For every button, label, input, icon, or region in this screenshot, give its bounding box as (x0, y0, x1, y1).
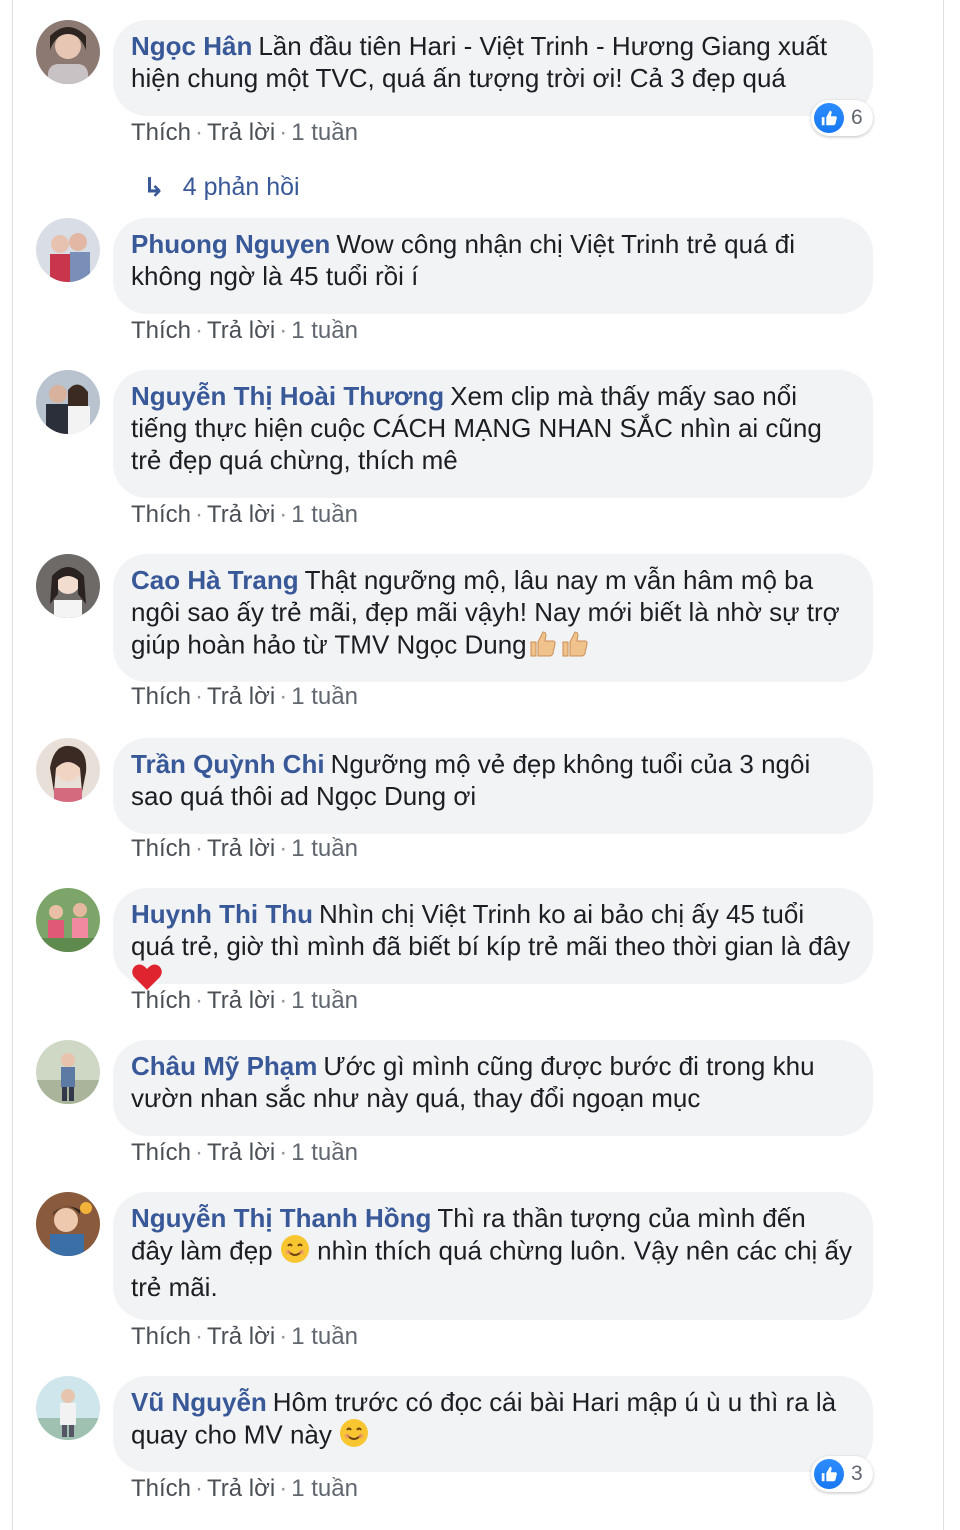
avatar[interactable] (36, 20, 100, 84)
like-link[interactable]: Thích (131, 987, 191, 1014)
like-icon (814, 1459, 844, 1489)
reaction-number: 3 (851, 1462, 863, 1485)
reaction-number: 6 (851, 106, 863, 129)
comment-actions: Thích · Trả lời · 1 tuần (131, 1138, 358, 1168)
comment-time[interactable]: 1 tuần (291, 1139, 358, 1166)
comment-actions: Thích · Trả lời · 1 tuần (131, 682, 358, 712)
avatar[interactable] (36, 1376, 100, 1440)
comment-time[interactable]: 1 tuần (291, 1323, 358, 1350)
reaction-count[interactable]: 3 (811, 1456, 873, 1492)
comment-bubble: Trần Quỳnh Chi Ngưỡng mộ vẻ đẹp không tuổ… (113, 738, 873, 834)
comment-bubble: Ngọc Hân Lần đầu tiên Hari - Việt Trinh -… (113, 20, 873, 116)
separator: · (279, 1139, 288, 1166)
separator: · (195, 119, 204, 146)
reply-link[interactable]: Trả lời (207, 987, 275, 1014)
reply-link[interactable]: Trả lời (207, 835, 275, 862)
comment-bubble: Nguyễn Thị Hoài Thương Xem clip mà thấy m… (113, 370, 873, 498)
reply-arrow-icon: ↳ (143, 172, 165, 202)
like-link[interactable]: Thích (131, 683, 191, 710)
like-link[interactable]: Thích (131, 119, 191, 146)
like-link[interactable]: Thích (131, 835, 191, 862)
thumbs-up-emoji (527, 628, 559, 665)
thumbs-up-emoji (559, 628, 591, 665)
separator: · (195, 1139, 204, 1166)
separator: · (279, 317, 288, 344)
comment-author[interactable]: Trần Quỳnh Chi (131, 749, 325, 779)
separator: · (195, 987, 204, 1014)
comment-bubble: Nguyễn Thị Thanh Hồng Thì ra thần tượng c… (113, 1192, 873, 1320)
avatar[interactable] (36, 888, 100, 952)
view-replies-link[interactable]: ↳ 4 phản hồi (143, 172, 300, 203)
reply-link[interactable]: Trả lời (207, 317, 275, 344)
separator: · (195, 317, 204, 344)
comment-bubble: Huynh Thi Thu Nhìn chị Việt Trinh ko ai b… (113, 888, 873, 990)
separator: · (279, 683, 288, 710)
reply-link[interactable]: Trả lời (207, 501, 275, 528)
separator: · (195, 683, 204, 710)
reply-link[interactable]: Trả lời (207, 1323, 275, 1350)
reply-link[interactable]: Trả lời (207, 1139, 275, 1166)
avatar[interactable] (36, 218, 100, 282)
separator: · (279, 1323, 288, 1350)
comment-time[interactable]: 1 tuần (291, 119, 358, 146)
comment-actions: Thích · Trả lời · 1 tuần (131, 316, 358, 346)
reaction-count[interactable]: 6 (811, 100, 873, 136)
comment-time[interactable]: 1 tuần (291, 1475, 358, 1502)
comment-author[interactable]: Nguyễn Thị Hoài Thương (131, 381, 444, 411)
like-icon (814, 103, 844, 133)
like-link[interactable]: Thích (131, 317, 191, 344)
avatar[interactable] (36, 554, 100, 618)
comment-time[interactable]: 1 tuần (291, 835, 358, 862)
separator: · (279, 987, 288, 1014)
comment-bubble: Phuong Nguyen Wow công nhận chị Việt Trin… (113, 218, 873, 314)
comment-bubble: Cao Hà Trang Thật ngưỡng mộ, lâu nay m vẫ… (113, 554, 873, 682)
separator: · (279, 501, 288, 528)
comment-bubble: Châu Mỹ Phạm Ước gì mình cũng được bước đ… (113, 1040, 873, 1136)
comment-actions: Thích · Trả lời · 1 tuần (131, 118, 358, 148)
comment-actions: Thích · Trả lời · 1 tuần (131, 1474, 358, 1504)
comment-section: Ngọc Hân Lần đầu tiên Hari - Việt Trinh -… (12, 0, 944, 1530)
comment-author[interactable]: Châu Mỹ Phạm (131, 1051, 317, 1081)
avatar[interactable] (36, 738, 100, 802)
comment-author[interactable]: Cao Hà Trang (131, 565, 299, 595)
comment-time[interactable]: 1 tuần (291, 683, 358, 710)
avatar[interactable] (36, 1040, 100, 1104)
comment-author[interactable]: Huynh Thi Thu (131, 899, 313, 929)
comment-time[interactable]: 1 tuần (291, 987, 358, 1014)
separator: · (279, 119, 288, 146)
comment-actions: Thích · Trả lời · 1 tuần (131, 834, 358, 864)
smiling-face-emoji (339, 1418, 369, 1455)
comment-actions: Thích · Trả lời · 1 tuần (131, 986, 358, 1016)
like-link[interactable]: Thích (131, 501, 191, 528)
separator: · (195, 1323, 204, 1350)
like-link[interactable]: Thích (131, 1139, 191, 1166)
separator: · (279, 835, 288, 862)
comment-author[interactable]: Phuong Nguyen (131, 229, 330, 259)
like-link[interactable]: Thích (131, 1323, 191, 1350)
separator: · (195, 501, 204, 528)
replies-count: 4 phản hồi (182, 173, 300, 201)
smiling-face-emoji (280, 1234, 310, 1271)
separator: · (195, 835, 204, 862)
comment-actions: Thích · Trả lời · 1 tuần (131, 500, 358, 530)
reply-link[interactable]: Trả lời (207, 683, 275, 710)
reply-link[interactable]: Trả lời (207, 119, 275, 146)
like-link[interactable]: Thích (131, 1475, 191, 1502)
reply-link[interactable]: Trả lời (207, 1475, 275, 1502)
separator: · (195, 1475, 204, 1502)
avatar[interactable] (36, 1192, 100, 1256)
comment-author[interactable]: Ngọc Hân (131, 31, 252, 61)
comment-author[interactable]: Nguyễn Thị Thanh Hồng (131, 1203, 431, 1233)
comment-bubble: Vũ Nguyễn Hôm trước có đọc cái bài Hari m… (113, 1376, 873, 1472)
separator: · (279, 1475, 288, 1502)
comment-actions: Thích · Trả lời · 1 tuần (131, 1322, 358, 1352)
avatar[interactable] (36, 370, 100, 434)
comment-time[interactable]: 1 tuần (291, 501, 358, 528)
comment-time[interactable]: 1 tuần (291, 317, 358, 344)
comment-author[interactable]: Vũ Nguyễn (131, 1387, 267, 1417)
